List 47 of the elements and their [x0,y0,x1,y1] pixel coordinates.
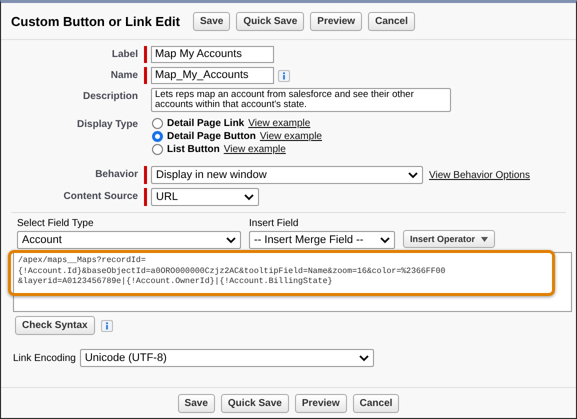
dropdown[interactable]: Account [17,231,241,249]
caret-icon [481,236,488,242]
field-label: Insert Field [249,218,300,229]
text-field[interactable]: Map_My_Accounts [151,67,274,84]
text-field[interactable]: Map My Accounts [151,46,274,63]
field-label: Select Field Type [17,218,95,229]
dropdown-caret-icon [380,236,390,244]
footer-button[interactable]: Preview [294,394,347,413]
dropdown[interactable]: Display in new window [151,166,423,184]
field-label: Behavior [94,168,138,180]
radio-button[interactable] [152,118,163,129]
field-label: Link Encoding [13,352,76,364]
dropdown-caret-icon [408,172,418,178]
radio-button[interactable] [152,144,163,155]
window-title: Custom Button or Link Edit [11,14,181,28]
info-icon[interactable] [278,70,290,82]
toolbar-button[interactable]: Quick Save [236,12,304,30]
dropdown-caret-icon [358,354,369,362]
footer-button[interactable]: Cancel [352,394,400,413]
formula-editor[interactable]: /apex/maps__Maps?recordId= {!Account.Id}&baseObjectId=a0ORO000000Czjz2AC&tooltipField=Name&zoom=16&color=%2366FF00 &layerid=A0123456789e|{!Account.OwnerId}|{!Account.BillingState} [13,252,572,312]
field-label: Description [82,90,138,102]
view-example-link[interactable]: View example [224,144,286,155]
toolbar-button[interactable]: Preview [310,12,362,30]
dropdown-caret-icon [226,236,236,244]
field-label: Content Source [62,190,138,202]
behavior-options-link[interactable]: View Behavior Options [429,170,530,180]
view-example-link[interactable]: View example [260,131,322,142]
field-label: Name [110,69,138,81]
footer-button[interactable]: Save [178,394,215,413]
description-field[interactable]: Lets reps map an account from salesforce and see their other accounts within that account's state. [151,88,451,112]
footer-button[interactable]: Quick Save [220,394,289,413]
radio-label: List Button [167,144,220,155]
info-icon[interactable] [100,320,113,332]
check-syntax-button[interactable]: Check Syntax [15,316,95,335]
toolbar-button[interactable]: Cancel [368,12,415,30]
dropdown-caret-icon [244,194,254,200]
dropdown[interactable]: Unicode (UTF-8) [80,349,374,367]
insert-operator-button[interactable]: Insert Operator [403,230,496,248]
radio-button[interactable] [152,131,163,142]
view-example-link[interactable]: View example [248,118,310,129]
field-label: Display Type [76,118,138,130]
toolbar-button[interactable]: Save [193,12,230,30]
dropdown[interactable]: URL [151,188,259,206]
field-label: Label [110,48,138,60]
radio-label: Detail Page Button [167,131,256,142]
dropdown[interactable]: -- Insert Merge Field -- [249,231,395,249]
radio-label: Detail Page Link [167,118,244,129]
